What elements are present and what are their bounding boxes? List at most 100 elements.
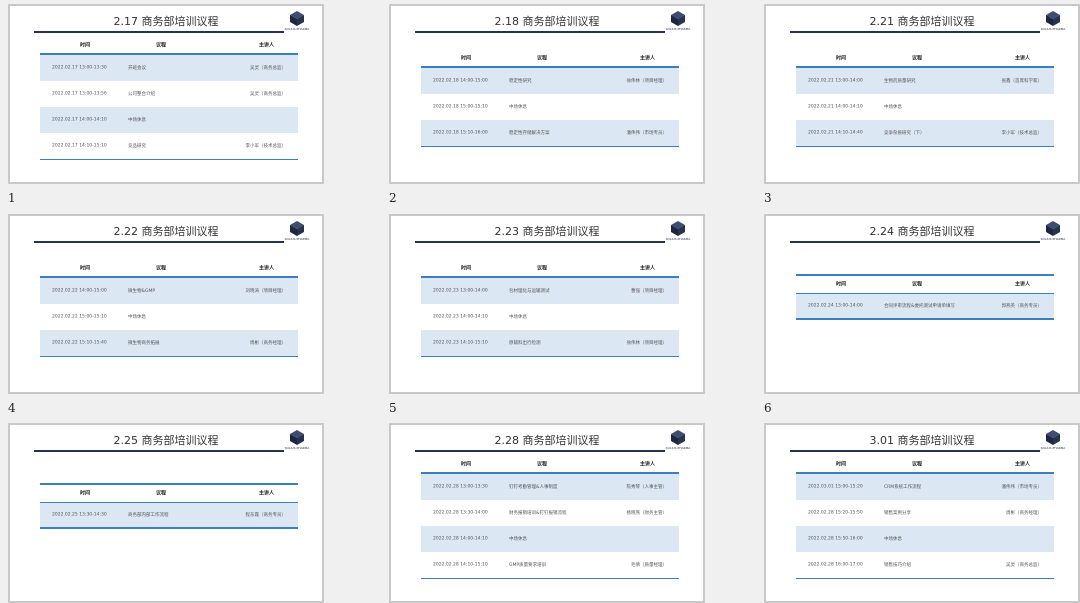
table-bottom-rule xyxy=(796,577,1054,579)
header-host: 主讲人 xyxy=(1014,281,1030,288)
logo-text: SOLIUS PHARMA xyxy=(1040,446,1066,450)
row-time: 2022.02.24 13:00-14:00 xyxy=(808,303,863,309)
row-host: 杨晓燕（财务主管） xyxy=(626,510,668,516)
slide-thumbnail[interactable]: 2.24 商务部培训议程 SOLIUS PHARMA 时间 议程 主讲人 2022.02.… xyxy=(764,214,1080,394)
slide-title: 2.18 商务部培训议程 xyxy=(494,15,600,28)
table-row: 2022.02.28 13:30-14:00 财务报销培训&钉钉报销流程 杨晓燕（财… xyxy=(421,500,679,526)
row-time: 2022.02.28 13:00-13:30 xyxy=(433,484,488,489)
table-bottom-rule xyxy=(421,145,679,147)
slide-thumbnail[interactable]: 2.21 商务部培训议程 SOLIUS PHARMA 时间 议程 主讲人 2022.02.… xyxy=(764,4,1080,184)
slide-thumbnail[interactable]: 2.22 商务部培训议程 SOLIUS PHARMA 时间 议程 主讲人 2022.02.… xyxy=(8,214,324,394)
slide-thumbnail[interactable]: 2.17 商务部培训议程 SOLIUS PHARMA 时间 议程 主讲人 2022.02.… xyxy=(8,4,324,184)
header-time: 时间 xyxy=(836,461,847,467)
header-topic: 议程 xyxy=(912,55,923,61)
slide-thumbnail[interactable]: 2.25 商务部培训议程 SOLIUS PHARMA 时间 议程 主讲人 2022.02.… xyxy=(8,423,324,603)
cube-logo-icon xyxy=(671,11,685,26)
table-row: 2022.02.25 13:30-14:30 商务部内部工作流程 程东霞（商务专员） xyxy=(40,503,298,527)
row-topic: 钉钉考勤管理&人事制度 xyxy=(509,484,558,490)
slide-title: 2.23 商务部培训议程 xyxy=(494,225,600,238)
row-time: 2022.02.17 14:00-14:10 xyxy=(52,117,107,122)
logo-text: SOLIUS PHARMA xyxy=(665,237,691,241)
row-topic: GMP质量要求培训 xyxy=(509,562,547,568)
agenda-table: 时间 议程 主讲人 2022.02.28 13:00-13:30 钉钉考勤管理&人事制度… xyxy=(421,455,679,579)
row-host: 徐伟林（项目经理） xyxy=(626,340,668,346)
table-header: 时间 议程 主讲人 xyxy=(796,49,1054,66)
row-host: 毛倩（质量经理） xyxy=(631,562,667,568)
header-topic: 议程 xyxy=(912,281,923,288)
table-bottom-rule xyxy=(40,355,298,357)
table-row: 2022.02.22 15:10-15:40 微生物商务拓展 周彬（商务经理） xyxy=(40,329,298,356)
table-row: 2022.02.28 14:10-15:10 GMP质量要求培训 毛倩（质量经理） xyxy=(421,552,679,578)
slide-thumbnail[interactable]: 2.23 商务部培训议程 SOLIUS PHARMA 时间 议程 主讲人 2022.02.… xyxy=(389,214,705,394)
slide-number: 4 xyxy=(8,401,16,415)
header-host: 主讲人 xyxy=(639,55,655,61)
header-topic: 议程 xyxy=(537,265,548,271)
row-topic: 销售技巧介绍 xyxy=(884,562,911,568)
table-row: 2022.02.17 14:10-15:10 竞品研究 李小军（技术总监） xyxy=(40,133,298,159)
slide-title: 2.22 商务部培训议程 xyxy=(113,225,219,238)
slide-thumbnail[interactable]: 3.01 商务部培训议程 SOLIUS PHARMA 时间 议程 主讲人 2022.03.… xyxy=(764,423,1080,603)
logo-text: SOLIUS PHARMA xyxy=(284,237,310,241)
header-host: 主讲人 xyxy=(639,461,655,467)
cube-logo-icon xyxy=(290,11,304,26)
table-header: 时间 议程 主讲人 xyxy=(40,36,298,53)
agenda-table: 时间 议程 主讲人 2022.02.23 13:00-14:00 包材理化与运输测试 曹强… xyxy=(421,259,679,357)
agenda-table: 时间 议程 主讲人 2022.02.18 14:00-15:00 稳定性研究 徐伟林（项目… xyxy=(421,49,679,147)
table-bottom-rule xyxy=(796,145,1054,147)
slide-thumbnail[interactable]: 2.28 商务部培训议程 SOLIUS PHARMA 时间 议程 主讲人 2022.02.… xyxy=(389,423,705,603)
row-time: 2022.02.28 15:20-15:50 xyxy=(808,510,863,515)
company-logo: SOLIUS PHARMA xyxy=(662,429,694,450)
header-topic: 议程 xyxy=(156,265,167,271)
title-underline xyxy=(34,241,284,243)
header-topic: 议程 xyxy=(537,55,548,61)
header-time: 时间 xyxy=(80,42,91,48)
row-time: 2022.02.21 13:00-14:00 xyxy=(808,78,863,83)
row-topic: 销售案例分享 xyxy=(884,510,911,516)
logo-text: SOLIUS PHARMA xyxy=(284,446,310,450)
row-topic: 中场休息 xyxy=(128,117,146,123)
table-row: 2022.02.21 13:00-14:00 生物药质量研究 张鑫（首席科学家） xyxy=(796,67,1054,94)
row-time: 2022.02.23 14:00-14:10 xyxy=(433,314,488,319)
header-host: 主讲人 xyxy=(1014,461,1030,467)
table-bottom-rule xyxy=(796,318,1054,320)
header-time: 时间 xyxy=(80,265,91,271)
table-row: 2022.02.21 14:10-14:40 竞争杂质研究（下） 李小军（技术总监） xyxy=(796,119,1054,146)
row-time: 2022.02.21 14:00-14:10 xyxy=(808,104,863,109)
cube-logo-icon xyxy=(671,221,685,236)
table-row: 2022.02.18 15:10-16:00 稳定性存储解决方案 潘伟伟（市场专员） xyxy=(421,119,679,146)
row-topic: 稳定性存储解决方案 xyxy=(509,130,550,136)
table-header: 时间 议程 主讲人 xyxy=(796,276,1054,293)
row-topic: 竞品研究 xyxy=(128,143,146,149)
header-host: 主讲人 xyxy=(1014,55,1030,61)
logo-text: SOLIUS PHARMA xyxy=(284,27,310,31)
table-row: 2022.02.23 14:00-14:10 中场休息 xyxy=(421,304,679,330)
table-row: 2022.02.22 15:00-15:10 中场休息 xyxy=(40,304,298,330)
title-underline xyxy=(790,241,1040,243)
row-host: 周彬（商务经理） xyxy=(1006,510,1042,516)
slide-number: 3 xyxy=(764,191,772,205)
row-topic: 微生物商务拓展 xyxy=(128,340,160,346)
row-time: 2022.02.23 14:10-15:10 xyxy=(433,340,488,345)
row-topic: 开班会议 xyxy=(128,65,146,71)
title-underline xyxy=(34,450,284,452)
row-topic: 包材理化与运输测试 xyxy=(509,288,550,294)
table-row: 2022.02.28 16:00-17:00 销售技巧介绍 吴灵（商务总监） xyxy=(796,552,1054,578)
slide-thumbnail[interactable]: 2.18 商务部培训议程 SOLIUS PHARMA 时间 议程 主讲人 2022.02.… xyxy=(389,4,705,184)
header-time: 时间 xyxy=(461,55,472,61)
company-logo: SOLIUS PHARMA xyxy=(662,10,694,31)
header-time: 时间 xyxy=(836,281,847,288)
row-host: 周彬（商务经理） xyxy=(250,340,286,346)
row-host: 李小军（技术总监） xyxy=(245,143,287,149)
row-time: 2022.02.18 15:10-16:00 xyxy=(433,130,488,135)
cube-logo-icon xyxy=(1046,430,1060,445)
row-time: 2022.02.18 15:00-15:10 xyxy=(433,104,488,109)
title-underline xyxy=(415,450,665,452)
slide-title: 2.28 商务部培训议程 xyxy=(494,434,600,447)
row-host: 程东霞（商务专员） xyxy=(245,513,287,518)
row-time: 2022.02.21 14:10-14:40 xyxy=(808,130,863,135)
header-host: 主讲人 xyxy=(639,265,655,271)
row-host: 吴灵（商务总监） xyxy=(1006,562,1042,568)
row-time: 2022.02.28 14:00-14:10 xyxy=(433,536,488,541)
company-logo: SOLIUS PHARMA xyxy=(662,220,694,241)
logo-text: SOLIUS PHARMA xyxy=(665,27,691,31)
